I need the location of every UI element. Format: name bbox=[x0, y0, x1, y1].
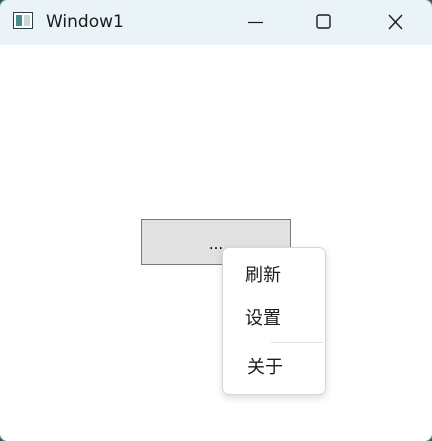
menu-item-about[interactable]: 关于 bbox=[223, 350, 325, 386]
minimize-icon bbox=[248, 21, 263, 24]
window-title: Window1 bbox=[46, 12, 124, 32]
menu-separator bbox=[271, 342, 323, 343]
maximize-icon bbox=[316, 14, 331, 29]
context-menu: 刷新 设置 关于 bbox=[222, 247, 326, 395]
close-icon bbox=[388, 14, 403, 30]
menu-item-settings[interactable]: 设置 bbox=[223, 301, 325, 337]
window-app-icon bbox=[13, 12, 33, 29]
app-window: Window1 ... 刷新 设置 关于 bbox=[0, 0, 432, 441]
menu-item-label: 关于 bbox=[247, 357, 283, 378]
maximize-button[interactable] bbox=[290, 0, 356, 45]
menu-item-label: 设置 bbox=[245, 308, 281, 329]
menu-item-label: 刷新 bbox=[245, 265, 281, 286]
close-button[interactable] bbox=[362, 0, 428, 45]
title-bar[interactable]: Window1 bbox=[0, 0, 432, 45]
minimize-button[interactable] bbox=[222, 0, 288, 45]
menu-item-refresh[interactable]: 刷新 bbox=[223, 258, 325, 294]
